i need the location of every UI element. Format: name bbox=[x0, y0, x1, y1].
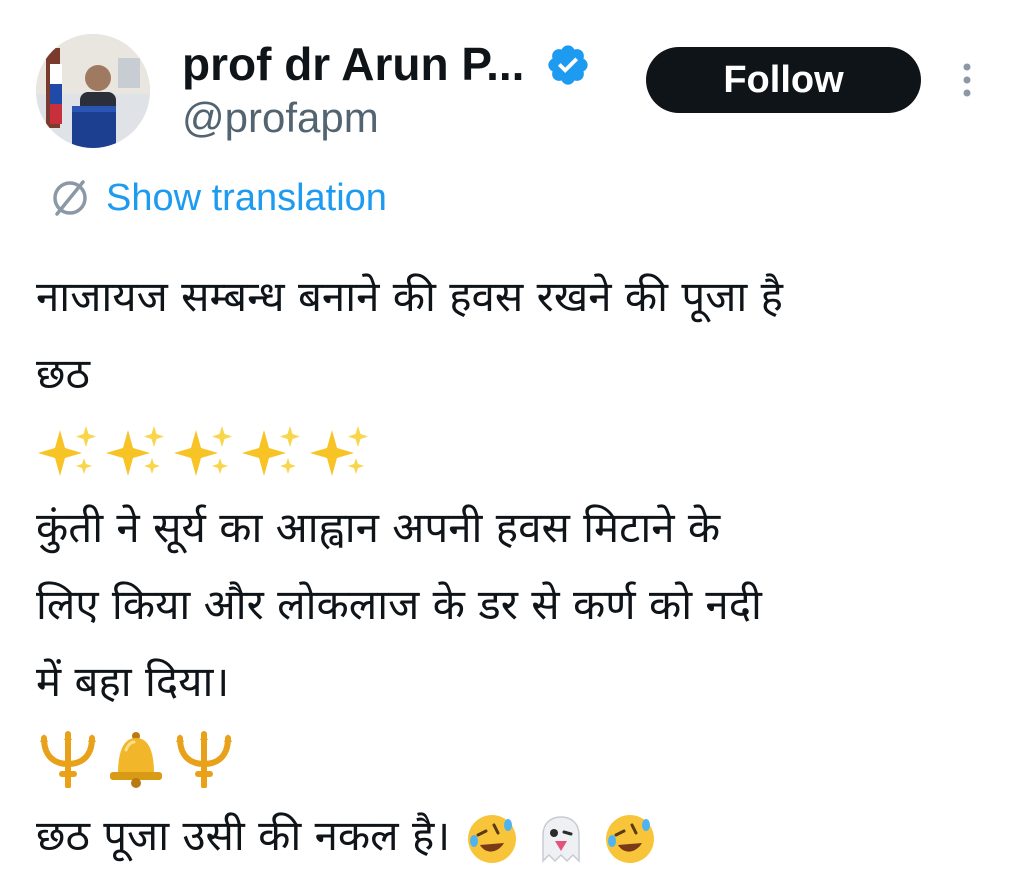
tweet-text: नाजायज सम्बन्ध बनाने की हवस रखने की पूजा… bbox=[36, 258, 996, 874]
follow-button[interactable]: Follow bbox=[646, 47, 921, 113]
rolling-on-floor-laughing-icon bbox=[467, 814, 516, 863]
sparkles-icon bbox=[174, 425, 232, 476]
show-translation-link[interactable]: Show translation bbox=[46, 172, 387, 224]
verified-badge-icon bbox=[548, 45, 588, 85]
trident-bell-emoji-row bbox=[36, 720, 996, 797]
tweet-line: छठ bbox=[36, 349, 90, 398]
sparkles-icon bbox=[106, 425, 164, 476]
show-translation-label: Show translation bbox=[106, 176, 387, 219]
tweet-line: लिए किया और लोकलाज के डर से कर्ण को नदी bbox=[36, 580, 762, 629]
user-handle[interactable]: @profapm bbox=[182, 93, 379, 143]
sparkles-emoji-row bbox=[36, 412, 996, 489]
sparkles-icon bbox=[242, 425, 300, 476]
tweet-line: में बहा दिया। bbox=[36, 657, 230, 706]
sparkles-icon bbox=[38, 425, 96, 476]
rolling-on-floor-laughing-icon bbox=[606, 814, 655, 863]
display-name[interactable]: prof dr Arun P... bbox=[182, 36, 524, 92]
more-options-icon[interactable] bbox=[956, 60, 978, 100]
tweet-line: नाजायज सम्बन्ध बनाने की हवस रखने की पूजा… bbox=[36, 272, 783, 321]
translate-icon bbox=[53, 180, 87, 216]
tweet-header: prof dr Arun P... @profapm Follow bbox=[0, 0, 1024, 160]
avatar[interactable] bbox=[36, 34, 150, 148]
tweet-line: छठ पूजा उसी की नकल है। bbox=[36, 811, 451, 860]
sparkles-icon bbox=[310, 425, 368, 476]
tweet-line: कुंती ने सूर्य का आह्वान अपनी हवस मिटाने… bbox=[36, 503, 721, 552]
trident-icon bbox=[40, 730, 96, 788]
ghost-icon bbox=[542, 815, 580, 863]
bell-icon bbox=[110, 731, 162, 788]
trident-icon bbox=[176, 730, 232, 788]
tweet-last-line: छठ पूजा उसी की नकल है। bbox=[36, 797, 996, 874]
